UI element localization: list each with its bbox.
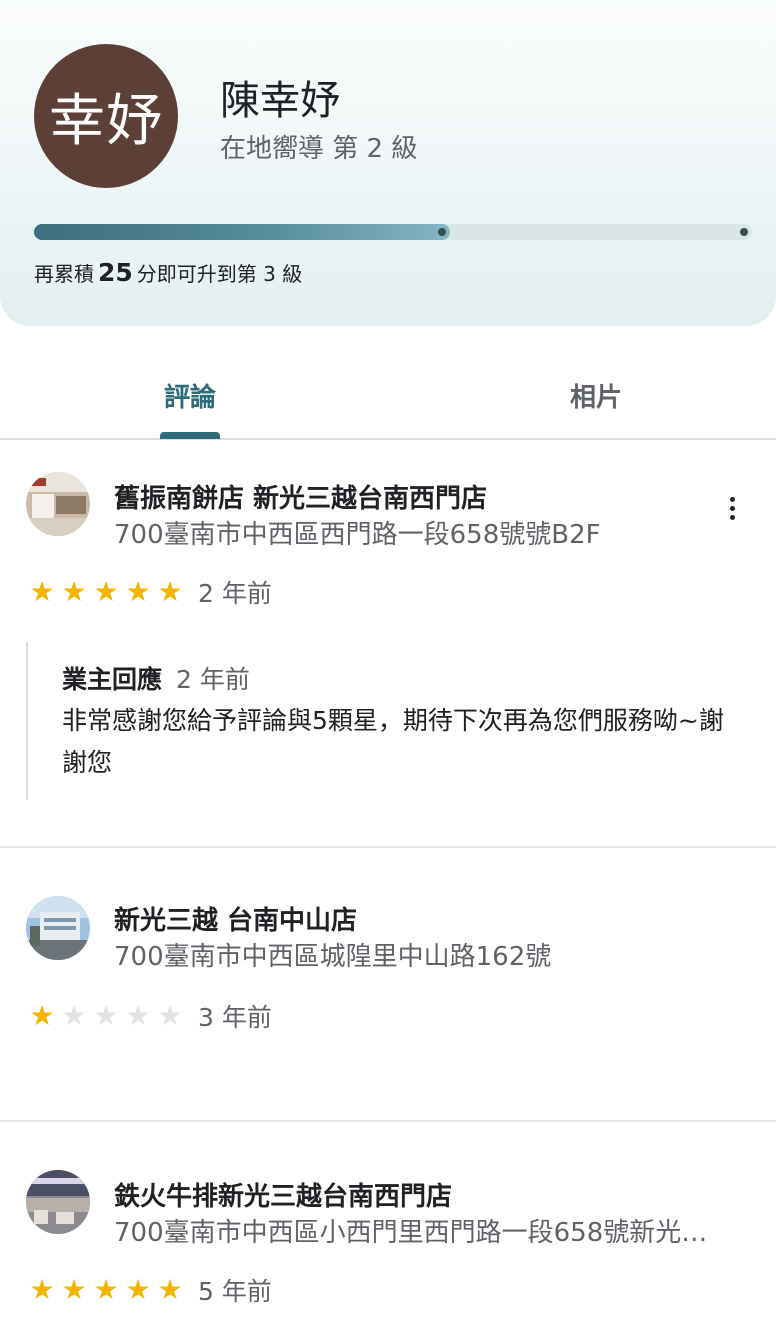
review-time: 2 年前	[198, 579, 272, 608]
place-address: 700臺南市中西區城隍里中山路162號	[114, 942, 552, 972]
star-icon: ★	[61, 999, 87, 1032]
star-icon: ★	[125, 575, 151, 608]
place-thumbnail[interactable]	[26, 472, 90, 536]
progress-points: 25	[98, 258, 133, 287]
star-icon: ★	[29, 999, 55, 1032]
progress-end-marker	[740, 228, 748, 236]
owner-reply-label: 業主回應	[62, 665, 163, 694]
review-time: 5 年前	[198, 1277, 272, 1306]
avatar-text: 幸妤	[49, 88, 163, 154]
tab-photos[interactable]: 相片	[506, 350, 686, 440]
star-icon: ★	[61, 1273, 87, 1306]
place-thumbnail[interactable]	[26, 896, 90, 960]
place-address: 700臺南市中西區西門路一段658號號B2F	[114, 520, 601, 550]
star-rating: ★ ★ ★ ★ ★ 5 年前	[26, 1272, 272, 1308]
tab-reviews[interactable]: 評論	[100, 350, 280, 440]
place-name[interactable]: 鉄火牛排新光三越台南西門店	[114, 1176, 452, 1213]
avatar[interactable]: 幸妤	[34, 44, 178, 188]
star-icon: ★	[61, 575, 87, 608]
review-item: 舊振南餅店 新光三越台南西門店 700臺南市中西區西門路一段658號號B2F ★…	[0, 440, 776, 846]
owner-reply-header: 業主回應 2 年前	[62, 660, 746, 696]
place-thumbnail[interactable]	[26, 1170, 90, 1234]
progress-prefix: 再累積	[34, 262, 94, 286]
star-icon: ★	[157, 1273, 183, 1306]
review-item: 鉄火牛排新光三越台南西門店 700臺南市中西區小西門里西門路一段658號新光… …	[0, 1122, 776, 1318]
owner-reply-time: 2 年前	[176, 665, 250, 694]
progress-marker	[438, 228, 446, 236]
place-name[interactable]: 新光三越 台南中山店	[114, 900, 357, 937]
profile-header: 幸妤 陳幸妤 在地嚮導 第 2 級 再累積 25 分即可升到第 3 級	[0, 0, 776, 326]
progress-suffix: 分即可升到第 3 級	[136, 262, 303, 286]
star-icon: ★	[125, 999, 151, 1032]
place-name[interactable]: 舊振南餅店 新光三越台南西門店	[114, 478, 487, 515]
active-tab-indicator	[160, 432, 220, 439]
star-icon: ★	[93, 999, 119, 1032]
star-rating: ★ ★ ★ ★ ★ 3 年前	[26, 998, 272, 1034]
star-rating: ★ ★ ★ ★ ★ 2 年前	[26, 574, 272, 610]
star-icon: ★	[125, 1273, 151, 1306]
star-icon: ★	[157, 575, 183, 608]
star-icon: ★	[157, 999, 183, 1032]
star-icon: ★	[29, 575, 55, 608]
review-item: 新光三越 台南中山店 700臺南市中西區城隍里中山路162號 ★ ★ ★ ★ ★…	[0, 848, 776, 1120]
more-options-icon[interactable]	[716, 488, 748, 528]
star-icon: ★	[93, 575, 119, 608]
place-address: 700臺南市中西區小西門里西門路一段658號新光…	[114, 1218, 708, 1248]
star-icon: ★	[29, 1273, 55, 1306]
owner-reply: 業主回應 2 年前 非常感謝您給予評論與5顆星，期待下次再為您們服務呦~謝謝您	[26, 642, 746, 800]
level-progress-text: 再累積 25 分即可升到第 3 級	[34, 258, 302, 287]
level-progress-bar	[34, 224, 752, 240]
level-progress-fill	[34, 224, 450, 240]
profile-name: 陳幸妤	[220, 78, 340, 124]
review-time: 3 年前	[198, 1003, 272, 1032]
guide-level[interactable]: 在地嚮導 第 2 級	[220, 128, 417, 165]
tab-bar: 評論 相片	[0, 350, 776, 440]
star-icon: ★	[93, 1273, 119, 1306]
owner-reply-text: 非常感謝您給予評論與5顆星，期待下次再為您們服務呦~謝謝您	[62, 706, 724, 777]
